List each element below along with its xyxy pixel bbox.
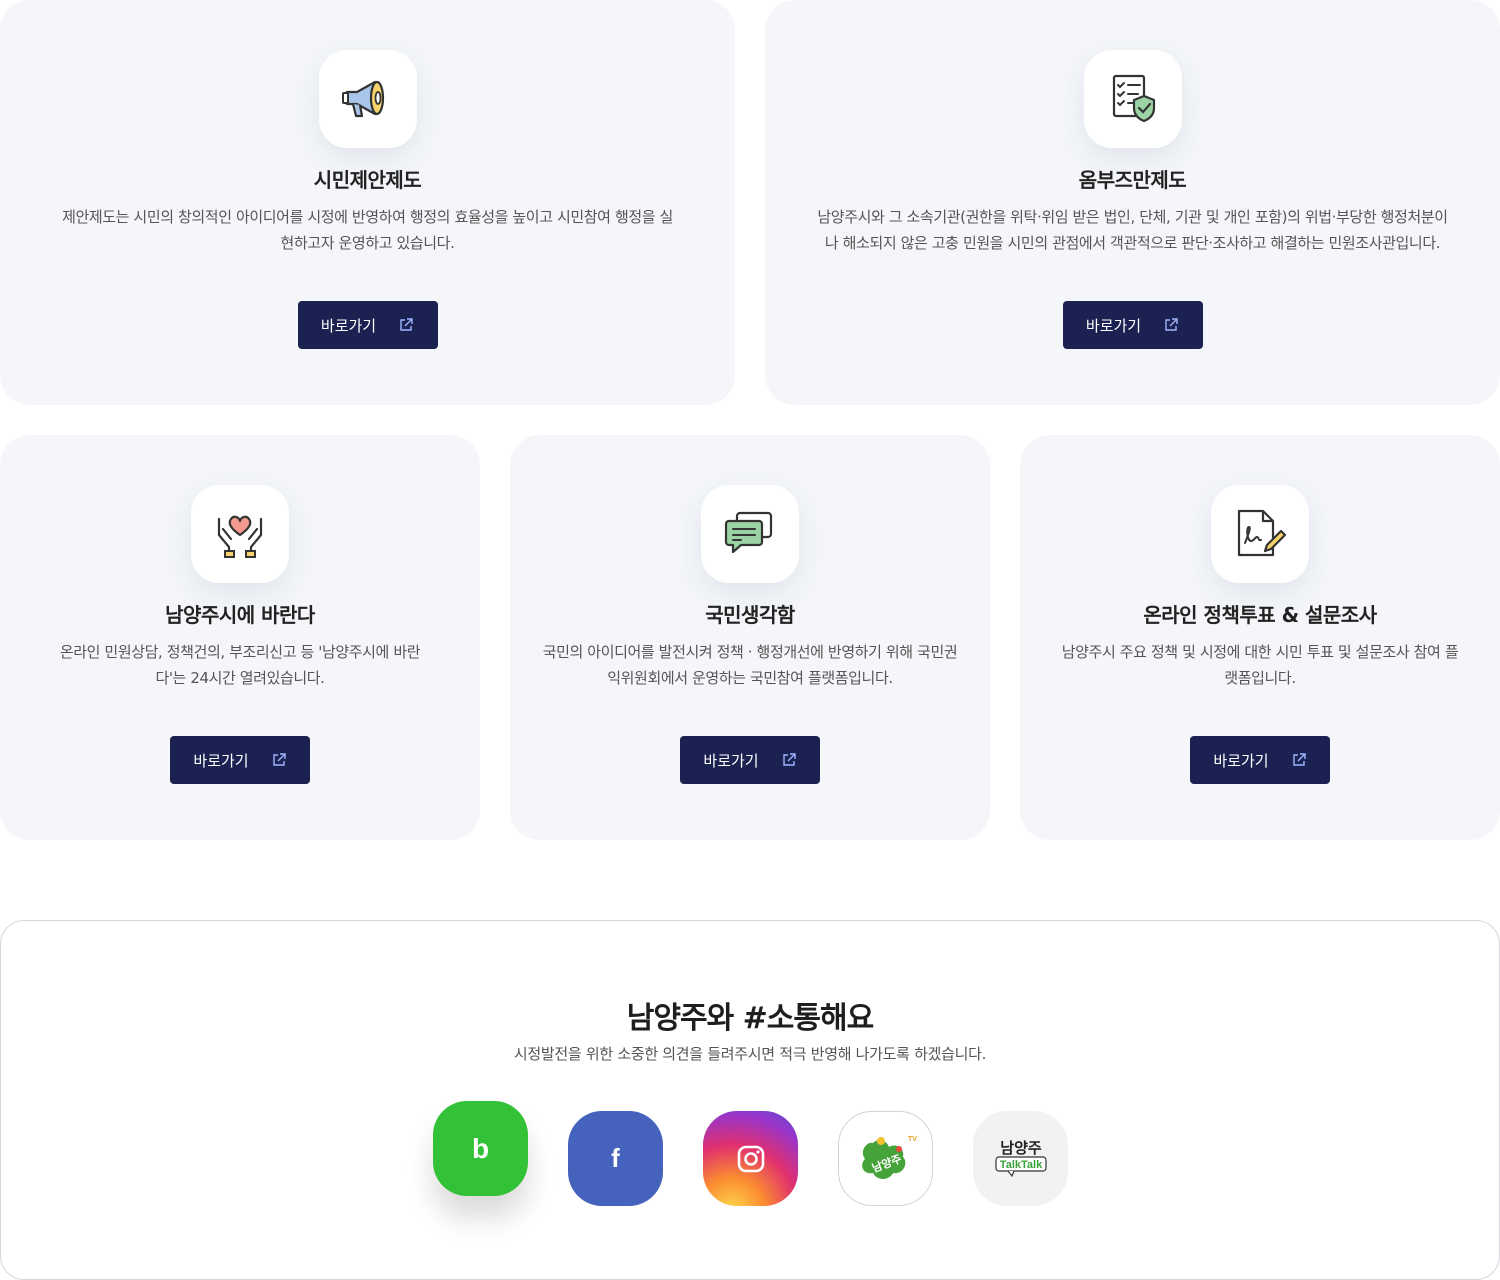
facebook-link[interactable]: f — [568, 1111, 663, 1206]
card-citizen-proposal: 시민제안제도 제안제도는 시민의 창의적인 아이디어를 시정에 반영하여 행정의… — [0, 0, 735, 405]
card-title: 국민생각함 — [705, 603, 795, 627]
card-title: 옴부즈만제도 — [1078, 168, 1187, 192]
go-button-label: 바로가기 — [1213, 751, 1269, 770]
card-description: 남양주시와 그 소속기관(권한을 위탁·위임 받은 법인, 단체, 기관 및 개… — [817, 208, 1448, 252]
external-link-icon — [782, 753, 796, 766]
external-link-icon — [272, 753, 286, 766]
go-button-label: 바로가기 — [320, 316, 377, 335]
card-description: 온라인 민원상담, 정책건의, 부조리신고 등 '남양주시에 바란다'는 24시… — [59, 643, 421, 687]
card-namyangju-wishes: 남양주시에 바란다 온라인 민원상담, 정책건의, 부조리신고 등 '남양주시에… — [0, 435, 480, 840]
section-title: 남양주와 #소통해요 — [626, 1001, 874, 1036]
svg-text:남양주: 남양주 — [1000, 1139, 1042, 1157]
card-title: 시민제안제도 — [313, 168, 422, 192]
card-description: 제안제도는 시민의 창의적인 아이디어를 시정에 반영하여 행정의 효율성을 높… — [62, 208, 673, 252]
external-link-icon — [1165, 318, 1178, 331]
svg-text:TV: TV — [908, 1136, 917, 1143]
instagram-link[interactable] — [703, 1111, 798, 1206]
go-button[interactable]: 바로가기 — [170, 736, 310, 784]
blog-icon: b — [471, 1132, 490, 1164]
card-title: 온라인 정책투표 & 설문조사 — [1143, 603, 1377, 627]
facebook-icon: f — [611, 1143, 620, 1173]
go-button-label: 바로가기 — [193, 751, 249, 770]
communication-section: 남양주와 #소통해요 시정발전을 위한 소중한 의견을 들려주시면 적극 반영해… — [0, 920, 1500, 1280]
go-button[interactable]: 바로가기 — [1062, 301, 1203, 349]
chat-bubbles-icon — [701, 485, 799, 583]
card-description: 국민의 아이디어를 발전시켜 정책 · 행정개선에 반영하기 위해 국민권익위원… — [542, 643, 958, 687]
heart-hands-icon — [191, 485, 289, 583]
go-button[interactable]: 바로가기 — [1190, 736, 1330, 784]
namyangju-talktalk-link[interactable]: 남양주 TalkTalk — [973, 1111, 1068, 1206]
go-button-label: 바로가기 — [703, 751, 759, 770]
card-online-vote-survey: 온라인 정책투표 & 설문조사 남양주시 주요 정책 및 시정에 대한 시민 투… — [1020, 435, 1500, 840]
card-title: 남양주시에 바란다 — [165, 603, 315, 627]
card-people-thoughts: 국민생각함 국민의 아이디어를 발전시켜 정책 · 행정개선에 반영하기 위해 … — [510, 435, 990, 840]
go-button[interactable]: 바로가기 — [297, 301, 438, 349]
go-button[interactable]: 바로가기 — [680, 736, 820, 784]
card-description: 남양주시 주요 정책 및 시정에 대한 시민 투표 및 설문조사 참여 플랫폼입… — [1061, 643, 1459, 687]
external-link-icon — [400, 318, 413, 331]
document-sign-icon — [1211, 485, 1309, 583]
blog-link[interactable]: b — [433, 1101, 528, 1196]
go-button-label: 바로가기 — [1085, 316, 1142, 335]
external-link-icon — [1292, 753, 1306, 766]
section-description: 시정발전을 위한 소중한 의견을 들려주시면 적극 반영해 나가도록 하겠습니다… — [513, 1045, 987, 1063]
talktalk-logo: 남양주 TalkTalk — [994, 1139, 1047, 1177]
svg-text:TalkTalk: TalkTalk — [999, 1159, 1042, 1171]
megaphone-icon — [318, 50, 417, 148]
card-ombudsman: 옴부즈만제도 남양주시와 그 소속기관(권한을 위탁·위임 받은 법인, 단체,… — [765, 0, 1500, 405]
namyangju-tv-logo: 남양주 TV — [861, 1136, 917, 1179]
instagram-icon — [737, 1145, 764, 1172]
checklist-shield-icon — [1083, 50, 1182, 148]
namyangju-tv-link[interactable]: 남양주 TV — [838, 1111, 933, 1206]
